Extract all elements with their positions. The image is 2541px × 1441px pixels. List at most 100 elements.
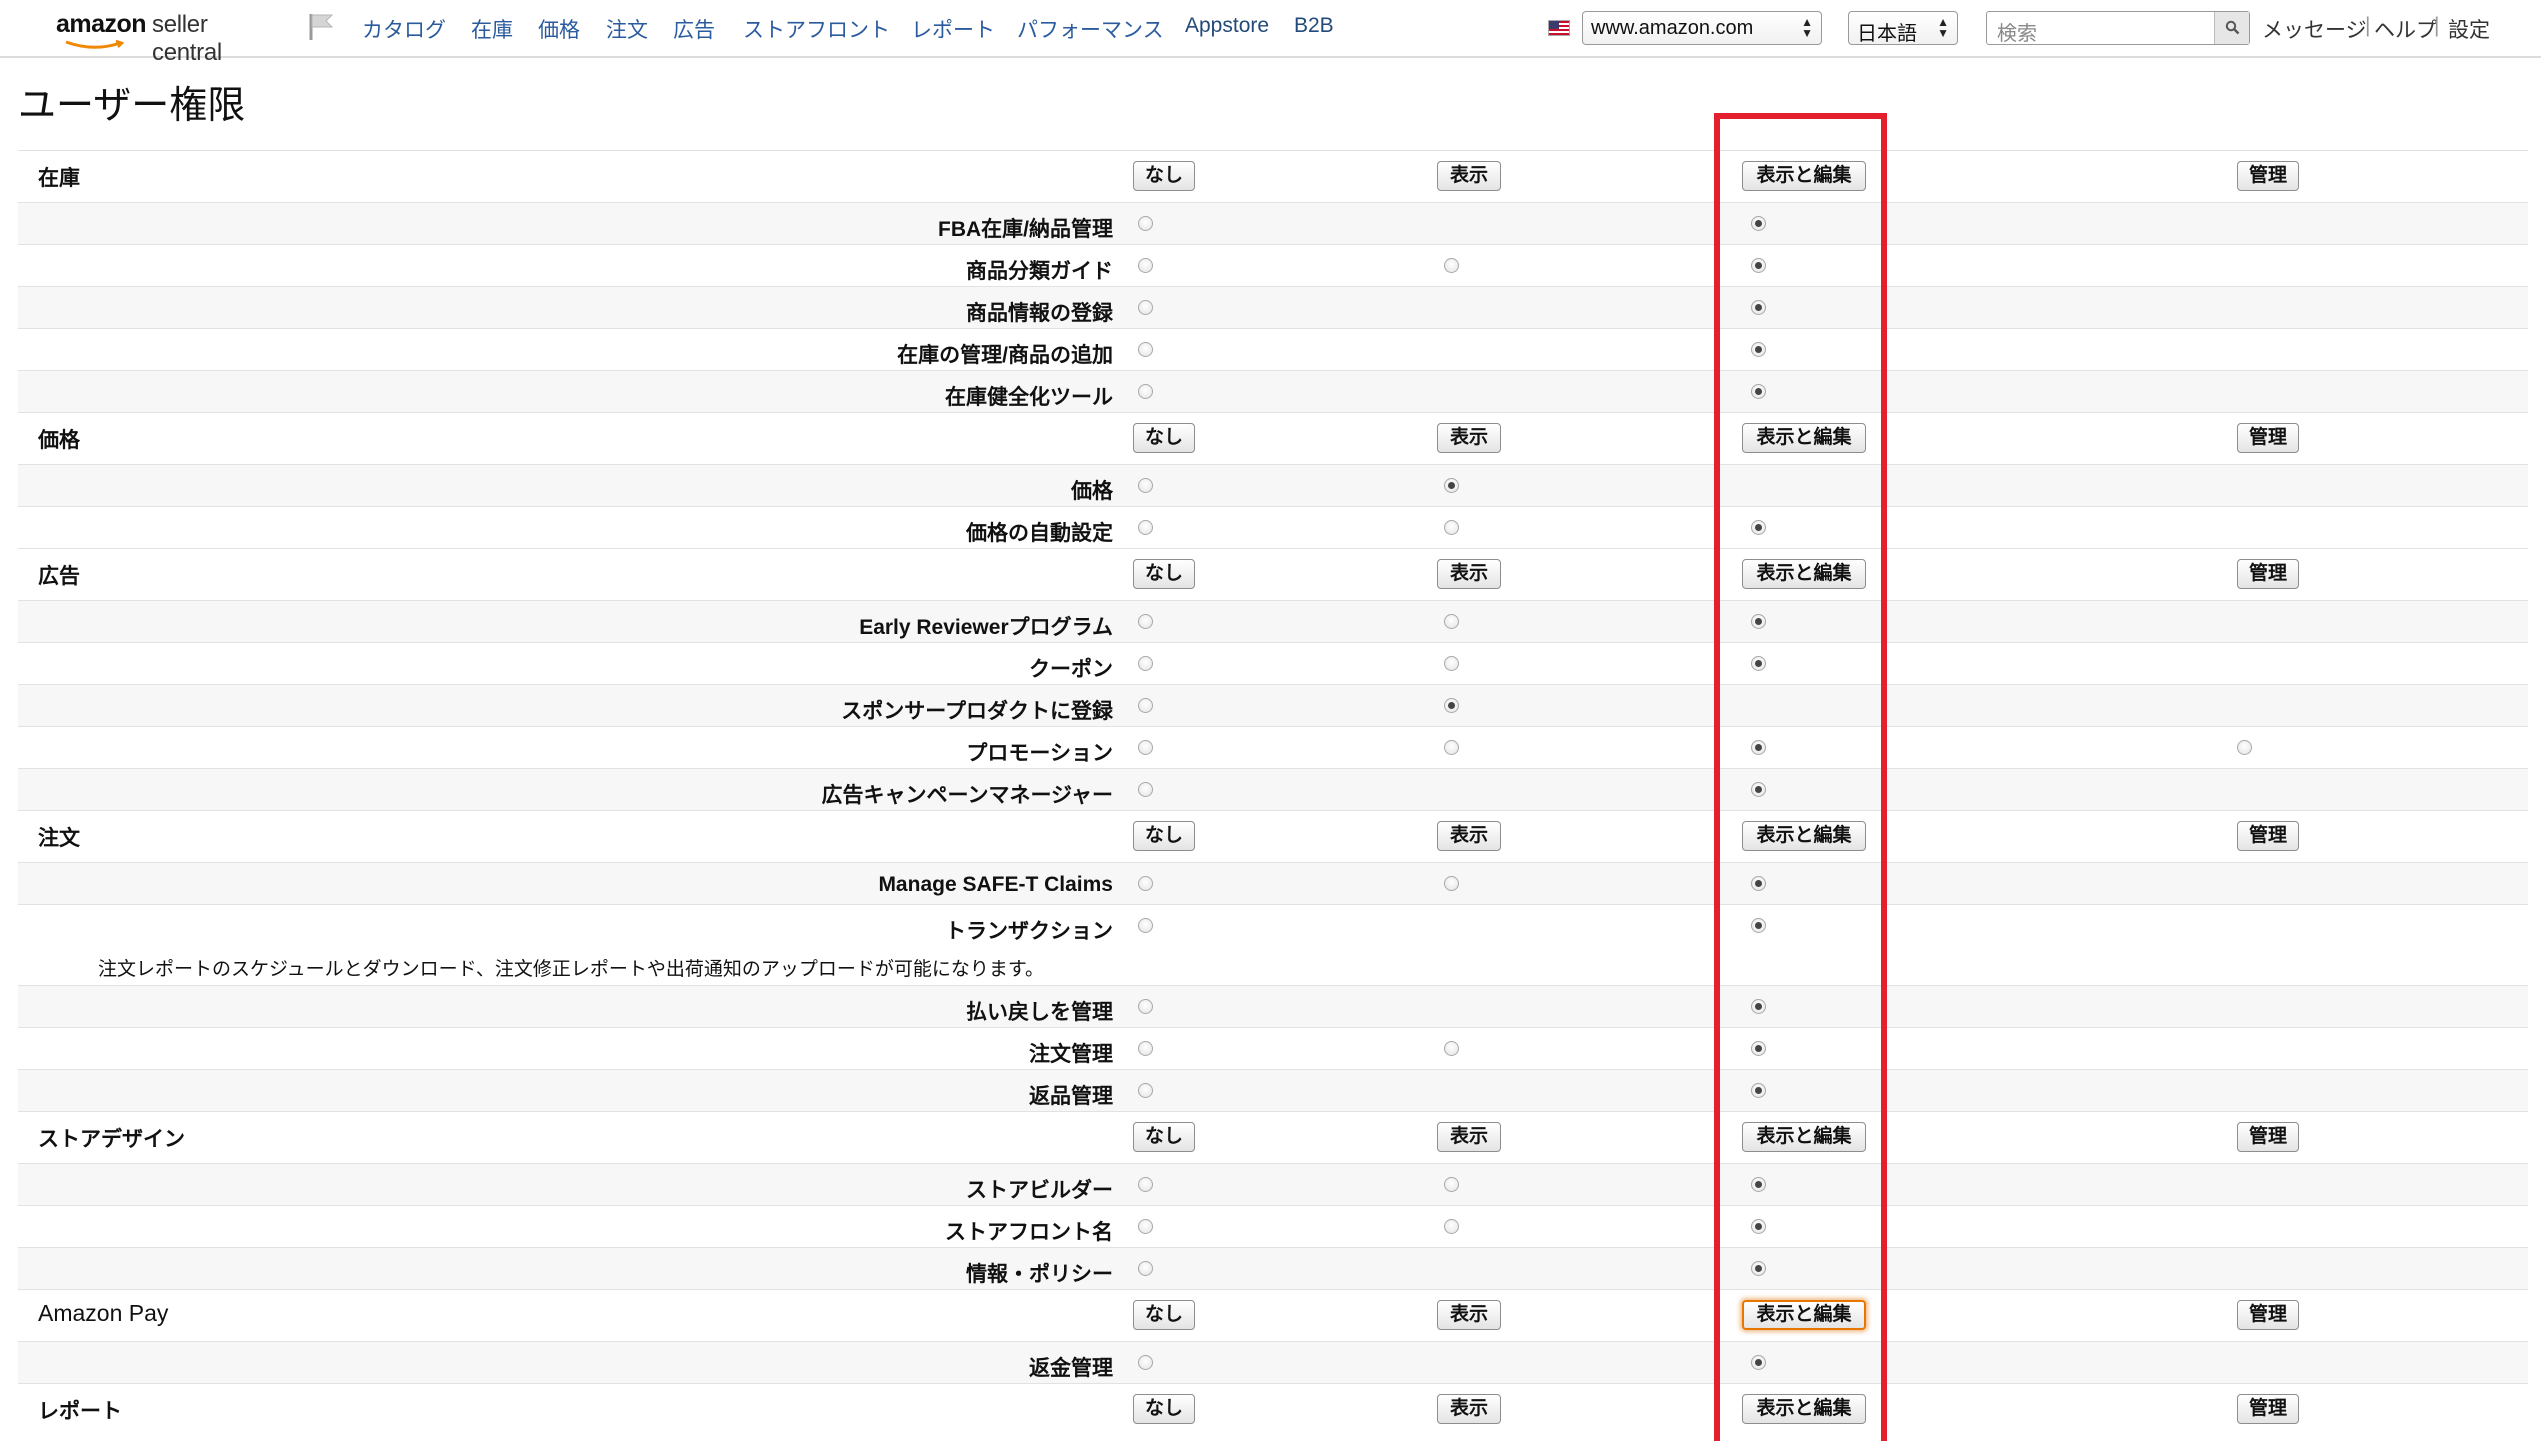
section-view-button[interactable]: 表示 [1437, 821, 1501, 851]
permission-none-radio[interactable] [1138, 300, 1153, 315]
flag-icon[interactable] [308, 12, 334, 42]
permission-view-radio[interactable] [1444, 698, 1459, 713]
section-admin-button[interactable]: 管理 [2237, 1122, 2299, 1152]
permission-none-radio[interactable] [1138, 876, 1153, 891]
permission-description: 注文レポートのスケジュールとダウンロード、注文修正レポートや出荷通知のアップロー… [98, 959, 1045, 980]
permission-row: 広告キャンペーンマネージャー [18, 768, 2528, 810]
permission-row: 注文管理 [18, 1027, 2528, 1069]
permission-label: トランザクション [945, 920, 1113, 943]
nav-item[interactable]: 広告 [673, 14, 715, 44]
permission-none-radio[interactable] [1138, 1261, 1153, 1276]
permission-none-radio[interactable] [1138, 740, 1153, 755]
permission-row: ストアビルダー [18, 1163, 2528, 1205]
nav-item[interactable]: 価格 [538, 14, 580, 44]
marketplace-select[interactable]: www.amazon.com ▲ ▼ [1582, 11, 1822, 45]
section-admin-button[interactable]: 管理 [2237, 423, 2299, 453]
permission-row: トランザクション注文レポートのスケジュールとダウンロード、注文修正レポートや出荷… [18, 904, 2528, 985]
settings-link[interactable]: 設定 [2448, 14, 2490, 44]
search-placeholder: 検索 [1997, 23, 2037, 45]
permission-none-radio[interactable] [1138, 342, 1153, 357]
section-admin-button[interactable]: 管理 [2237, 1300, 2299, 1330]
permission-label: 広告キャンペーンマネージャー [821, 784, 1113, 807]
permission-none-radio[interactable] [1138, 384, 1153, 399]
permission-view-radio[interactable] [1444, 520, 1459, 535]
permission-view-radio[interactable] [1444, 1177, 1459, 1192]
section-none-button[interactable]: なし [1133, 559, 1195, 589]
language-select[interactable]: 日本語 ▲ ▼ [1848, 11, 1958, 45]
section-view-button[interactable]: 表示 [1437, 1394, 1501, 1424]
nav-item[interactable]: 在庫 [471, 14, 513, 44]
permission-none-radio[interactable] [1138, 1041, 1153, 1056]
logo-amazon-text: amazon [56, 10, 147, 38]
section-admin-button[interactable]: 管理 [2237, 161, 2299, 191]
nav-item[interactable]: カタログ [362, 14, 446, 44]
permission-none-radio[interactable] [1138, 478, 1153, 493]
section-none-button[interactable]: なし [1133, 821, 1195, 851]
nav-item[interactable]: パフォーマンス [1017, 14, 1164, 44]
permission-none-radio[interactable] [1138, 1177, 1153, 1192]
search-input[interactable]: 検索 [1986, 11, 2250, 45]
section-view-button[interactable]: 表示 [1437, 423, 1501, 453]
permission-none-radio[interactable] [1138, 520, 1153, 535]
section-none-button[interactable]: なし [1133, 423, 1195, 453]
permission-row: クーポン [18, 642, 2528, 684]
section-admin-button[interactable]: 管理 [2237, 559, 2299, 589]
search-button[interactable] [2214, 12, 2249, 44]
logo-seller-central-text: seller central [152, 11, 222, 66]
section-view-button[interactable]: 表示 [1437, 559, 1501, 589]
language-select-value: 日本語 [1857, 23, 1917, 45]
messages-link[interactable]: メッセージ [2262, 14, 2367, 44]
amazon-seller-central-logo[interactable]: amazon seller central [56, 10, 278, 66]
nav-item[interactable]: B2B [1294, 14, 1334, 38]
permission-none-radio[interactable] [1138, 1083, 1153, 1098]
permission-none-radio[interactable] [1138, 782, 1153, 797]
permission-section-row: 広告 なし 表示 表示と編集 管理 [18, 548, 2528, 600]
select-arrows-icon: ▲ ▼ [1937, 15, 1949, 40]
permission-none-radio[interactable] [1138, 999, 1153, 1014]
section-label: レポート [38, 1400, 122, 1423]
section-view-button[interactable]: 表示 [1437, 1122, 1501, 1152]
amazon-smile-icon [65, 40, 125, 49]
permission-none-radio[interactable] [1138, 216, 1153, 231]
permission-label: ストアビルダー [966, 1179, 1113, 1202]
nav-item[interactable]: レポート [911, 14, 995, 44]
permission-admin-radio[interactable] [2237, 740, 2252, 755]
permission-view-radio[interactable] [1444, 740, 1459, 755]
permission-label: 注文管理 [1029, 1043, 1113, 1066]
permission-none-radio[interactable] [1138, 656, 1153, 671]
permission-view-radio[interactable] [1444, 656, 1459, 671]
section-admin-button[interactable]: 管理 [2237, 1394, 2299, 1424]
section-none-button[interactable]: なし [1133, 1394, 1195, 1424]
section-admin-button[interactable]: 管理 [2237, 821, 2299, 851]
section-label: 広告 [38, 565, 80, 588]
nav-item[interactable]: Appstore [1185, 14, 1269, 38]
section-none-button[interactable]: なし [1133, 1122, 1195, 1152]
permission-view-radio[interactable] [1444, 1219, 1459, 1234]
permission-label: 返金管理 [1029, 1357, 1113, 1380]
permission-row: 在庫の管理/商品の追加 [18, 328, 2528, 370]
section-view-button[interactable]: 表示 [1437, 1300, 1501, 1330]
permission-none-radio[interactable] [1138, 258, 1153, 273]
permission-none-radio[interactable] [1138, 698, 1153, 713]
permission-none-radio[interactable] [1138, 918, 1153, 933]
nav-item[interactable]: ストアフロント [743, 14, 890, 44]
permission-row: FBA在庫/納品管理 [18, 202, 2528, 244]
section-none-button[interactable]: なし [1133, 161, 1195, 191]
permission-view-radio[interactable] [1444, 876, 1459, 891]
permission-none-radio[interactable] [1138, 1219, 1153, 1234]
permission-view-radio[interactable] [1444, 1041, 1459, 1056]
permission-view-radio[interactable] [1444, 614, 1459, 629]
permission-label: クーポン [1029, 658, 1113, 681]
permission-none-radio[interactable] [1138, 1355, 1153, 1370]
permission-none-radio[interactable] [1138, 614, 1153, 629]
permission-label: 在庫健全化ツール [945, 386, 1113, 409]
nav-item[interactable]: 注文 [606, 14, 648, 44]
divider: | [2434, 14, 2440, 37]
help-link[interactable]: ヘルプ [2374, 14, 2437, 44]
section-view-button[interactable]: 表示 [1437, 161, 1501, 191]
permission-view-radio[interactable] [1444, 258, 1459, 273]
section-none-button[interactable]: なし [1133, 1300, 1195, 1330]
marketplace-select-value: www.amazon.com [1591, 17, 1754, 39]
highlight-annotation-box [1714, 113, 1887, 1441]
permission-view-radio[interactable] [1444, 478, 1459, 493]
